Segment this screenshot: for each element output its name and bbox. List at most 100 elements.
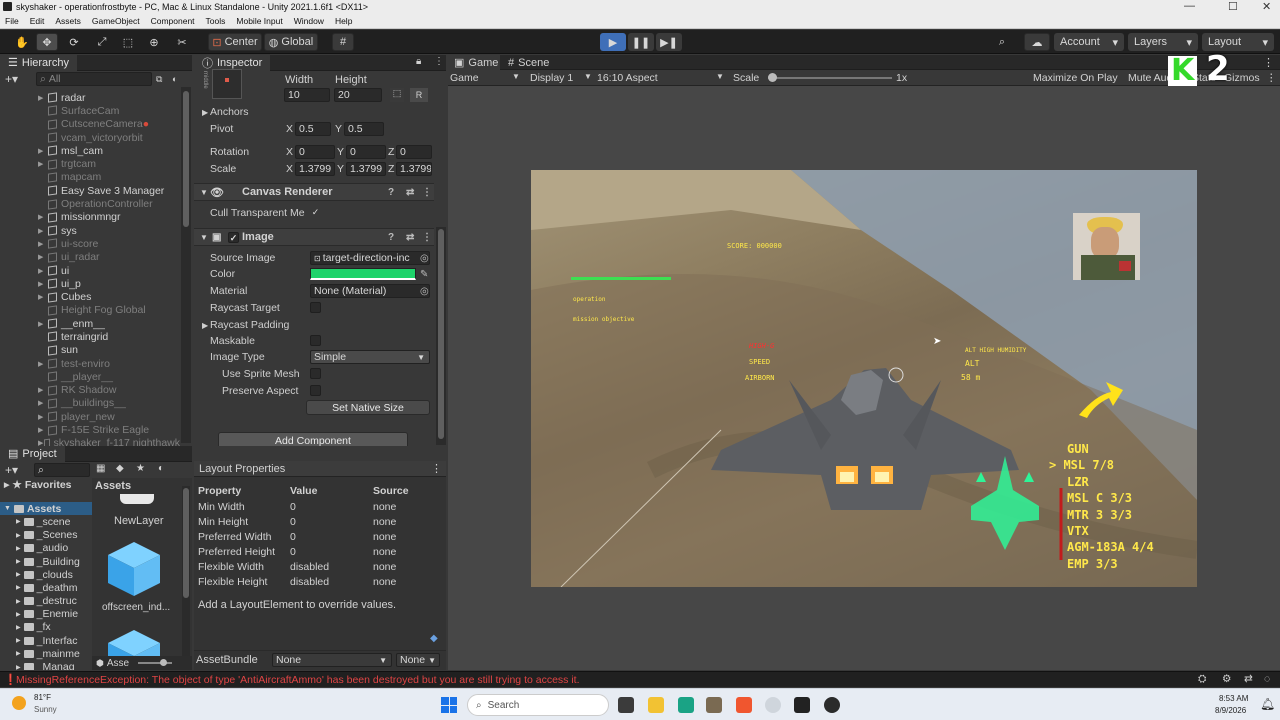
- foldout-icon[interactable]: ▶: [38, 227, 48, 235]
- game-view[interactable]: Game ▼ Display 1 ▼ 16:10 Aspect ▼ Scale 1x …: [448, 52, 1280, 670]
- foldout-icon[interactable]: ▶: [16, 624, 21, 631]
- hierarchy-search-input[interactable]: ⌕ All: [36, 72, 152, 86]
- menu-assets[interactable]: Assets: [55, 16, 81, 26]
- menu-tools[interactable]: Tools: [206, 16, 226, 26]
- raycast-target-checkbox[interactable]: [310, 302, 321, 313]
- project-search-input[interactable]: ⌕: [34, 463, 90, 477]
- hierarchy-item[interactable]: ▶ player_new: [38, 410, 180, 423]
- task-view-icon[interactable]: [618, 697, 634, 713]
- hierarchy-item[interactable]: vcam_victoryorbit: [38, 131, 180, 144]
- maximize-button[interactable]: ☐: [1228, 0, 1238, 13]
- cloud-icon[interactable]: ☁: [1024, 33, 1050, 51]
- archive-app-icon[interactable]: [706, 697, 722, 713]
- obs-icon[interactable]: [824, 697, 840, 713]
- add-icon[interactable]: +▾: [5, 463, 18, 477]
- project-folder-item[interactable]: ▶ _Building: [0, 555, 92, 568]
- foldout-icon[interactable]: ▶: [16, 611, 21, 618]
- width-field[interactable]: 10: [284, 88, 330, 102]
- hierarchy-scroll-thumb[interactable]: [183, 91, 189, 227]
- inspector-scrollbar[interactable]: [436, 227, 446, 445]
- foldout-icon[interactable]: ▶: [38, 293, 48, 301]
- rotation-y-field[interactable]: 0: [346, 145, 386, 159]
- filter-label-icon[interactable]: ◆: [116, 463, 124, 474]
- menu-edit[interactable]: Edit: [30, 16, 45, 26]
- anchor-preset-button[interactable]: [212, 69, 242, 99]
- scale-z-field[interactable]: 1.3799: [396, 162, 432, 176]
- more-icon[interactable]: ⋮: [1266, 72, 1277, 84]
- menu-help[interactable]: Help: [335, 16, 352, 26]
- account-dropdown[interactable]: Account ▾: [1054, 33, 1124, 51]
- scale-x-field[interactable]: 1.3799: [295, 162, 335, 176]
- move-tool-icon[interactable]: ✥: [36, 33, 58, 51]
- hierarchy-item[interactable]: sun: [38, 344, 180, 357]
- visibility-icon[interactable]: ◐: [172, 74, 177, 84]
- icon-size-slider[interactable]: [138, 659, 172, 666]
- object-picker-icon[interactable]: ◎: [420, 286, 429, 297]
- foldout-icon[interactable]: ▶: [38, 439, 44, 446]
- image-type-dropdown[interactable]: Simple ▼: [310, 350, 430, 364]
- console-status-bar[interactable]: ❗ MissingReferenceException: The object …: [0, 671, 1280, 687]
- object-picker-icon[interactable]: ◎: [420, 253, 429, 264]
- more-icon[interactable]: ⋮: [431, 462, 442, 475]
- preset-icon[interactable]: ⇄: [406, 187, 414, 198]
- hierarchy-item[interactable]: ▶ missionmngr: [38, 211, 180, 224]
- asset-file-label[interactable]: NewLayer: [114, 515, 164, 527]
- assets-scrollbar[interactable]: [182, 486, 190, 656]
- hierarchy-item[interactable]: Height Fog Global: [38, 304, 180, 317]
- pivot-center-toggle[interactable]: ⊡ Center: [208, 33, 262, 51]
- hierarchy-item[interactable]: ▶ msl_cam: [38, 144, 180, 157]
- foldout-icon[interactable]: ▶: [38, 94, 48, 102]
- source-image-field[interactable]: ⊡ target-direction-inc: [310, 251, 430, 265]
- hierarchy-item[interactable]: ▶ radar: [38, 91, 180, 104]
- preset-icon[interactable]: ⇄: [406, 232, 414, 243]
- unity-taskbar-icon[interactable]: [794, 697, 810, 713]
- visibility-icon[interactable]: ◐: [158, 463, 164, 474]
- project-folder-item[interactable]: ▶ _scene: [0, 515, 92, 528]
- close-button[interactable]: ✕: [1262, 0, 1271, 13]
- preserve-aspect-checkbox[interactable]: [310, 385, 321, 396]
- custom-tool-icon[interactable]: ✂: [172, 33, 192, 51]
- height-field[interactable]: 20: [334, 88, 382, 102]
- space-global-toggle[interactable]: ◍ Global: [264, 33, 318, 51]
- hierarchy-item[interactable]: Easy Save 3 Manager: [38, 184, 180, 197]
- cull-transparent-checkbox[interactable]: ✓: [310, 207, 321, 218]
- brave-browser-icon[interactable]: [736, 697, 752, 713]
- rotation-x-field[interactable]: 0: [295, 145, 335, 159]
- clock-time[interactable]: 8:53 AM: [1219, 694, 1248, 703]
- newlayer-thumbnail[interactable]: [120, 494, 154, 504]
- foldout-icon[interactable]: ▶: [38, 147, 48, 155]
- add-icon[interactable]: +▾: [5, 72, 18, 86]
- help-icon[interactable]: ?: [388, 187, 394, 198]
- menu-window[interactable]: Window: [294, 16, 324, 26]
- clock-date[interactable]: 8/9/2026: [1215, 706, 1246, 715]
- filter-icon[interactable]: ⧉: [156, 74, 162, 85]
- inspector-scroll-thumb[interactable]: [438, 229, 444, 439]
- raycast-padding-row[interactable]: ▶ Raycast Padding: [194, 317, 434, 333]
- foldout-icon[interactable]: ▶: [16, 598, 21, 605]
- taskbar-search-box[interactable]: ⌕ Search: [467, 694, 609, 716]
- project-folder-item[interactable]: ▶ _destruc: [0, 595, 92, 608]
- foldout-icon[interactable]: ▶: [16, 532, 21, 539]
- project-folder-item[interactable]: ▶ _Scenes: [0, 529, 92, 542]
- hierarchy-item[interactable]: __player__: [38, 370, 180, 383]
- layers-dropdown[interactable]: Layers ▾: [1128, 33, 1198, 51]
- foldout-icon[interactable]: ▶: [16, 518, 21, 525]
- play-button[interactable]: ▶: [600, 33, 626, 51]
- material-field[interactable]: None (Material): [310, 284, 430, 298]
- file-explorer-icon[interactable]: [648, 697, 664, 713]
- hand-tool-icon[interactable]: ✋: [12, 33, 32, 51]
- console-error-message[interactable]: MissingReferenceException: The object of…: [16, 674, 580, 686]
- hierarchy-item[interactable]: OperationController: [38, 197, 180, 210]
- hierarchy-item[interactable]: ▶ trgtcam: [38, 157, 180, 170]
- weather-temperature[interactable]: 81°F: [34, 693, 51, 702]
- scale-y-field[interactable]: 1.3799: [346, 162, 386, 176]
- hierarchy-item[interactable]: ▶ ui: [38, 264, 180, 277]
- color-swatch[interactable]: [310, 268, 416, 280]
- scale-slider[interactable]: [768, 73, 892, 82]
- project-folder-item[interactable]: ▶ _audio: [0, 542, 92, 555]
- game-type-dropdown[interactable]: Game: [450, 72, 479, 84]
- favorites-row[interactable]: ▶ ★ Favorites: [0, 478, 92, 491]
- foldout-icon[interactable]: ▶: [38, 426, 48, 434]
- hierarchy-item[interactable]: ▶ test-enviro: [38, 357, 180, 370]
- pivot-x-field[interactable]: 0.5: [295, 122, 331, 136]
